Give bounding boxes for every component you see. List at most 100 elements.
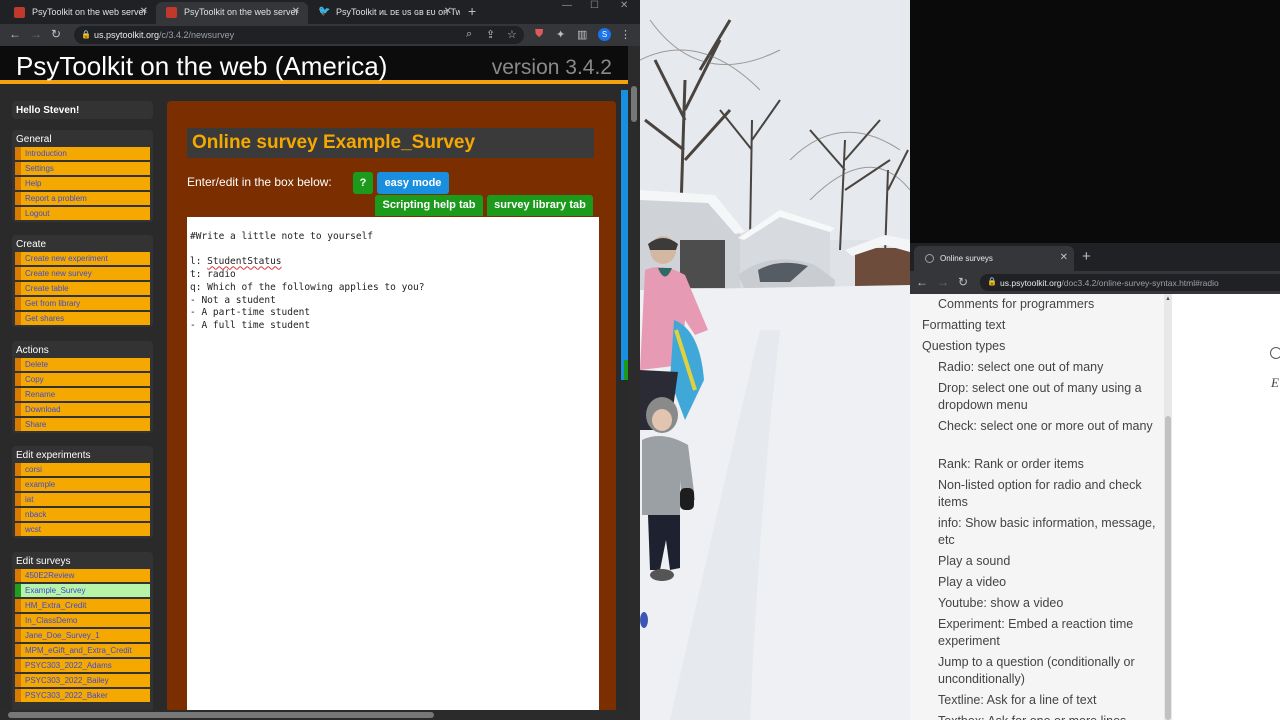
sidebar-item-survey-selected[interactable]: Example_Survey	[15, 584, 150, 597]
close-window-icon[interactable]: ✕	[620, 0, 628, 11]
toc-link[interactable]: Textbox: Ask for one or more lines	[938, 713, 1156, 720]
sidebar-item-logout[interactable]: Logout	[15, 207, 150, 220]
toc-link[interactable]: Comments for programmers	[938, 296, 1156, 313]
sidebar-item-settings[interactable]: Settings	[15, 162, 150, 175]
toc-link[interactable]: Rank: Rank or order items	[938, 456, 1156, 473]
address-bar[interactable]: 🔒 us.psytoolkit.org/doc3.4.2/online-surv…	[980, 274, 1280, 291]
browser-tab-online-surveys[interactable]: Online surveys ✕	[914, 246, 1074, 271]
close-tab-icon[interactable]: ✕	[292, 6, 300, 17]
sidebar-item-create-table[interactable]: Create table	[15, 282, 150, 295]
toc-link[interactable]: Jump to a question (conditionally or unc…	[938, 654, 1156, 688]
sidebar-item-introduction[interactable]: Introduction	[15, 147, 150, 160]
sidebar-item-experiment[interactable]: example	[15, 478, 150, 491]
share-icon[interactable]: ⇪	[486, 28, 495, 41]
scripting-help-tab[interactable]: Scripting help tab	[375, 195, 483, 216]
sidebar-item-survey[interactable]: In_ClassDemo	[15, 614, 150, 627]
sidebar-item-create-experiment[interactable]: Create new experiment	[15, 252, 150, 265]
browser-tab-3[interactable]: 🐦 PsyToolkit ᴎʟ ᴅᴇ ᴜs ɢʙ ᴇᴜ on Tw ✕	[308, 2, 460, 24]
scrollbar-thumb[interactable]	[631, 86, 637, 122]
sidebar-item-experiment[interactable]: corsi	[15, 463, 150, 476]
close-tab-icon[interactable]: ✕	[140, 6, 148, 17]
url-host: us.psytoolkit.org	[1000, 278, 1062, 288]
toc-link[interactable]: Textline: Ask for a line of text	[938, 692, 1156, 709]
sidebar-item-create-survey[interactable]: Create new survey	[15, 267, 150, 280]
menu-kebab-icon[interactable]: ⋮	[620, 28, 631, 41]
maximize-icon[interactable]: ☐	[590, 0, 599, 11]
twitter-favicon-icon: 🐦	[318, 6, 331, 17]
sidebar-item-survey[interactable]: MPM_eGift_and_Extra_Credit	[15, 644, 150, 657]
sidebar-item-experiment[interactable]: iat	[15, 493, 150, 506]
toc-link[interactable]: Radio: select one out of many	[938, 359, 1156, 376]
toc-link[interactable]: Drop: select one out of many using a dro…	[938, 380, 1156, 414]
sidebar-item-survey[interactable]: HM_Extra_Credit	[15, 599, 150, 612]
snow-scene-photo	[640, 0, 910, 720]
sidebar-item-report-problem[interactable]: Report a problem	[15, 192, 150, 205]
psytoolkit-favicon-icon	[166, 7, 177, 18]
address-bar[interactable]: 🔒 us.psytoolkit.org/c/3.4.2/newsurvey	[74, 26, 524, 44]
forward-icon[interactable]: →	[937, 275, 949, 289]
back-icon[interactable]: ←	[9, 27, 21, 41]
close-tab-icon[interactable]: ✕	[1060, 252, 1068, 263]
toc-link[interactable]: Play a sound	[938, 553, 1156, 570]
forward-icon[interactable]: →	[30, 27, 42, 41]
psytoolkit-page: PsyToolkit on the web (America) version …	[0, 46, 628, 710]
scrollbar-thumb[interactable]	[8, 712, 434, 718]
sidebar-item-rename[interactable]: Rename	[15, 388, 150, 401]
toc-link[interactable]: Non-listed option for radio and check it…	[938, 477, 1156, 511]
new-tab-icon[interactable]: +	[1082, 248, 1091, 265]
screen: PsyToolkit on the web server ✕ PsyToolki…	[0, 0, 1280, 720]
toc-link[interactable]: Play a video	[938, 574, 1156, 591]
sidebar-item-survey[interactable]: PSYC303_2022_Baker	[15, 689, 150, 702]
toc-scrollbar[interactable]: ▲	[1164, 294, 1172, 720]
bookmark-star-icon[interactable]: ☆	[507, 28, 517, 41]
empty-dark-pane	[910, 0, 1280, 243]
sidebar-item-get-library[interactable]: Get from library	[15, 297, 150, 310]
back-icon[interactable]: ←	[916, 275, 928, 289]
sidebar-section-title: Create	[16, 239, 47, 250]
sidebar-section-title: General	[16, 134, 52, 145]
sidebar-item-delete[interactable]: Delete	[15, 358, 150, 371]
new-tab-icon[interactable]: +	[468, 3, 476, 19]
easy-mode-button[interactable]: easy mode	[377, 172, 449, 194]
reload-icon[interactable]: ↻	[51, 27, 61, 41]
edit-instruction: Enter/edit in the box below:	[187, 175, 332, 189]
profile-avatar[interactable]: S	[598, 28, 611, 41]
sidebar-section-title: Edit experiments	[16, 450, 91, 461]
sidebar-item-help[interactable]: Help	[15, 177, 150, 190]
survey-script-editor[interactable]: #Write a little note to yourself l: Stud…	[187, 217, 599, 710]
shield-extension-icon[interactable]: ⛊	[535, 28, 543, 41]
browser-tab-1[interactable]: PsyToolkit on the web server ✕	[4, 2, 156, 24]
survey-library-tab[interactable]: survey library tab	[487, 195, 593, 216]
close-tab-icon[interactable]: ✕	[444, 6, 452, 17]
sidebar-item-get-shares[interactable]: Get shares	[15, 312, 150, 325]
browser-tab-2[interactable]: PsyToolkit on the web server ✕	[156, 2, 308, 24]
zoom-icon[interactable]: ⌕	[466, 28, 472, 41]
sidepanel-icon[interactable]: ▥	[577, 28, 587, 41]
extensions-puzzle-icon[interactable]: ✦	[556, 28, 565, 41]
toc-link[interactable]: Experiment: Embed a reaction time experi…	[938, 616, 1156, 650]
vertical-scrollbar[interactable]	[628, 46, 640, 710]
sidebar-item-survey[interactable]: PSYC303_2022_Bailey	[15, 674, 150, 687]
sidebar-item-survey[interactable]: Jane_Doe_Survey_1	[15, 629, 150, 642]
right-browser-window: Online surveys ✕ + ← → ↻ 🔒 us.psytoolkit…	[910, 243, 1280, 720]
toc-link[interactable]: Youtube: show a video	[938, 595, 1156, 612]
toc-link[interactable]: Check: select one or more out of many	[938, 418, 1156, 435]
toc-link[interactable]: Question types	[922, 338, 1005, 355]
sidebar-item-copy[interactable]: Copy	[15, 373, 150, 386]
toc-link[interactable]: Formatting text	[922, 317, 1005, 334]
horizontal-scrollbar[interactable]	[0, 710, 640, 720]
toc-link[interactable]: info: Show basic information, message, e…	[938, 515, 1156, 549]
reload-icon[interactable]: ↻	[958, 275, 968, 289]
sidebar-item-download[interactable]: Download	[15, 403, 150, 416]
minimize-icon[interactable]: —	[562, 0, 572, 11]
sidebar-item-survey[interactable]: PSYC303_2022_Adams	[15, 659, 150, 672]
help-button[interactable]: ?	[353, 172, 373, 194]
sidebar-item-experiment[interactable]: wcst	[15, 523, 150, 536]
scroll-up-arrow-icon[interactable]: ▲	[1165, 296, 1171, 302]
sidebar-item-survey[interactable]: 450E2Review	[15, 569, 150, 582]
sidebar-item-share[interactable]: Share	[15, 418, 150, 431]
greeting-box: Hello Steven!	[12, 101, 153, 119]
scrollbar-thumb[interactable]	[1165, 416, 1171, 720]
sidebar-item-experiment[interactable]: nback	[15, 508, 150, 521]
